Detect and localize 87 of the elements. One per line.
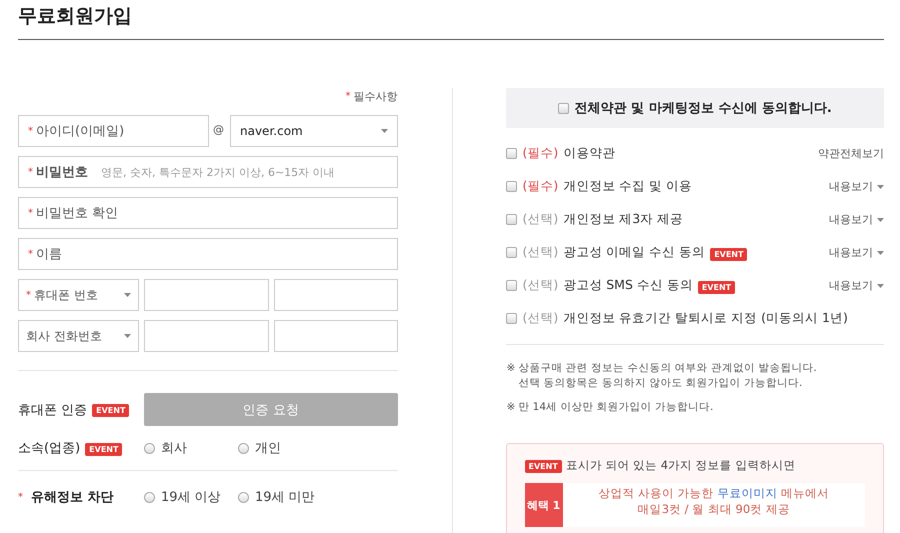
term-tag: (필수): [522, 145, 558, 162]
field-label: 유해정보 차단: [31, 489, 114, 506]
caret-icon: [877, 284, 884, 288]
phone-input[interactable]: [144, 320, 269, 352]
view-link[interactable]: 약관전체보기: [818, 146, 884, 161]
field-label: 비밀번호 확인: [36, 205, 118, 222]
term-label: 광고성 SMS 수신 동의: [563, 277, 693, 294]
note-mark: ※: [506, 400, 516, 415]
field-hint: 영문, 숫자, 특수문자 2가지 이상, 6~15자 이내: [101, 164, 335, 180]
domain-select[interactable]: naver.com: [230, 115, 398, 147]
text-field[interactable]: * 비밀번호 영문, 숫자, 특수문자 2가지 이상, 6~15자 이내: [18, 156, 398, 188]
term-tag: (필수): [522, 178, 558, 195]
term-tag: (선택): [522, 244, 558, 261]
view-link[interactable]: 내용보기: [829, 245, 884, 260]
radio-button[interactable]: [238, 442, 249, 454]
note-text: 선택 동의항목은 동의하지 않아도 회원가입이 가능합니다.: [518, 376, 804, 391]
required-mark: *: [346, 90, 350, 102]
caret-icon: [877, 184, 884, 188]
field-label: 이름: [36, 246, 62, 263]
phone-input[interactable]: [274, 320, 398, 352]
benefit-text: 상업적 사용이 가능한 무료이미지 메뉴에서: [597, 485, 830, 501]
domain-value: naver.com: [240, 124, 303, 138]
option-label: 19세 이상: [161, 489, 221, 506]
event-badge: EVENT: [92, 404, 130, 417]
checkbox[interactable]: [506, 280, 516, 291]
benefit-label: 혜택 1: [524, 483, 562, 527]
checkbox[interactable]: [506, 148, 516, 159]
menu-link[interactable]: 무료이미지: [717, 486, 778, 500]
phone-input[interactable]: [274, 279, 398, 311]
event-badge: EVENT: [524, 460, 562, 473]
term-tag: (선택): [522, 277, 558, 294]
event-text: 표시가 되어 있는 4가지 정보를 입력하시면: [566, 458, 796, 473]
event-badge: EVENT: [85, 442, 122, 456]
caret-icon: [124, 293, 131, 297]
term-tag: (선택): [522, 310, 558, 327]
caret-icon: [380, 129, 388, 133]
view-link[interactable]: 내용보기: [829, 212, 884, 227]
text-field[interactable]: * 이름: [18, 238, 398, 270]
radio-button[interactable]: [144, 492, 155, 502]
required-mark: *: [28, 126, 33, 136]
benefit-text: 매일3컷 / 월 최대 90컷 제공: [636, 501, 791, 517]
text-field[interactable]: * 비밀번호 확인: [18, 197, 398, 229]
radio-button[interactable]: [238, 492, 249, 502]
at-sign: @: [213, 122, 225, 136]
caret-icon: [877, 218, 884, 222]
caret-icon: [877, 250, 884, 254]
checkbox[interactable]: [558, 102, 569, 114]
required-mark: *: [28, 248, 33, 260]
field-label: 비밀번호: [36, 164, 88, 181]
event-badge: EVENT: [698, 280, 736, 294]
term-tag: (선택): [522, 211, 558, 228]
term-label: 이용약관: [563, 145, 616, 162]
required-mark: *: [18, 492, 23, 502]
note-text: 상품구매 관련 정보는 수신동의 여부와 관계없이 발송됩니다.: [518, 361, 817, 376]
option-label: 회사: [161, 440, 187, 457]
note-text: 만 14세 이상만 회원가입이 가능합니다.: [518, 400, 714, 415]
required-mark: *: [26, 290, 31, 300]
term-label: 개인정보 제3자 제공: [563, 211, 684, 228]
note-mark: ※: [506, 361, 516, 376]
option-label: 19세 미만: [255, 489, 315, 506]
field-label: 휴대폰 인증: [18, 402, 88, 418]
radio-button[interactable]: [144, 442, 155, 454]
select-label: 휴대폰 번호: [34, 286, 98, 304]
view-link[interactable]: 내용보기: [829, 278, 884, 293]
field-label: 아이디(이메일): [36, 123, 124, 140]
required-mark: *: [28, 208, 33, 218]
checkbox[interactable]: [506, 247, 516, 258]
term-label: 광고성 이메일 수신 동의: [563, 244, 706, 261]
view-link[interactable]: 내용보기: [829, 179, 884, 194]
agree-all-label: 전체약관 및 마케팅정보 수신에 동의합니다.: [574, 100, 832, 117]
checkbox[interactable]: [506, 181, 516, 192]
phone-select[interactable]: 회사 전화번호: [18, 320, 139, 352]
option-label: 개인: [255, 440, 281, 457]
event-badge: EVENT: [710, 248, 748, 260]
field-label: 소속(업종): [18, 440, 80, 457]
required-note: 필수사항: [354, 88, 398, 104]
term-label: 개인정보 유효기간 탈퇴시로 지정 (미동의시 1년): [563, 310, 848, 327]
checkbox[interactable]: [506, 214, 516, 225]
phone-select[interactable]: * 휴대폰 번호: [18, 279, 139, 311]
caret-icon: [124, 334, 131, 338]
checkbox[interactable]: [506, 313, 516, 324]
page-title: 무료회원가입: [18, 0, 884, 40]
email-field[interactable]: * 아이디(이메일): [18, 115, 209, 147]
select-label: 회사 전화번호: [26, 328, 102, 344]
phone-input[interactable]: [144, 279, 269, 311]
term-label: 개인정보 수집 및 이용: [563, 178, 692, 195]
required-mark: *: [28, 166, 33, 178]
